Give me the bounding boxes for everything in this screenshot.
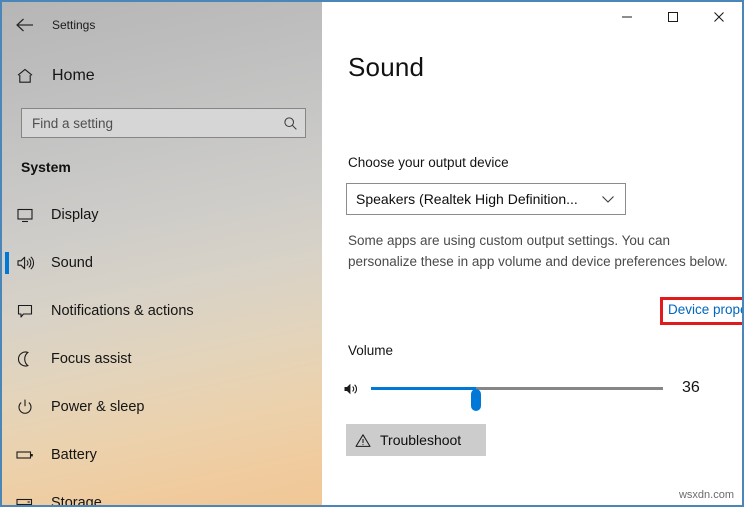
sidebar-item-battery[interactable]: Battery: [2, 438, 322, 472]
troubleshoot-button[interactable]: Troubleshoot: [346, 424, 486, 456]
home-icon: [2, 67, 48, 85]
search-placeholder: Find a setting: [32, 115, 114, 131]
close-button[interactable]: [696, 2, 742, 32]
watermark: wsxdn.com: [678, 489, 734, 501]
volume-slider-row: 36: [338, 376, 728, 411]
settings-window: Settings Home Find a setting System Disp…: [0, 0, 744, 507]
window-title: Settings: [52, 18, 96, 32]
sidebar-item-notifications[interactable]: Notifications & actions: [2, 294, 322, 328]
sidebar-item-focus-assist[interactable]: Focus assist: [2, 342, 322, 376]
volume-label: Volume: [348, 343, 394, 358]
home-label: Home: [52, 67, 95, 84]
sidebar-section-title: System: [21, 159, 71, 175]
speaker-icon[interactable]: [338, 378, 366, 400]
sidebar-item-label: Storage: [51, 495, 102, 505]
sidebar-item-label: Display: [51, 207, 99, 223]
power-icon: [2, 398, 48, 416]
minimize-button[interactable]: [604, 2, 650, 32]
volume-slider-track[interactable]: [371, 387, 663, 411]
notification-bubble-icon: [2, 302, 48, 320]
search-icon[interactable]: [275, 116, 305, 131]
battery-icon: [2, 446, 48, 464]
storage-icon: [2, 496, 48, 505]
output-device-label: Choose your output device: [348, 155, 509, 170]
sidebar-item-home[interactable]: Home: [2, 59, 322, 93]
sidebar-item-display[interactable]: Display: [2, 198, 322, 232]
sidebar-item-power-sleep[interactable]: Power & sleep: [2, 390, 322, 424]
sidebar-item-label: Battery: [51, 447, 97, 463]
sidebar-item-sound[interactable]: Sound: [2, 246, 322, 280]
maximize-button[interactable]: [650, 2, 696, 32]
moon-icon: [2, 350, 48, 368]
back-button[interactable]: [2, 3, 48, 47]
output-device-value: Speakers (Realtek High Definition...: [356, 191, 578, 207]
sidebar-titlebar: Settings: [2, 2, 322, 48]
page-title: Sound: [348, 52, 425, 82]
main-content: Sound Choose your output device Speakers…: [324, 2, 742, 505]
troubleshoot-label: Troubleshoot: [380, 432, 462, 448]
device-properties-link[interactable]: Device properties: [668, 302, 742, 317]
sidebar: Settings Home Find a setting System Disp…: [2, 2, 322, 505]
volume-slider-thumb[interactable]: [471, 389, 482, 411]
window-controls: [604, 2, 742, 32]
monitor-icon: [2, 206, 48, 224]
sidebar-item-label: Sound: [51, 255, 93, 271]
volume-slider-fill: [371, 387, 477, 390]
output-device-select[interactable]: Speakers (Realtek High Definition...: [346, 183, 626, 215]
sidebar-item-storage[interactable]: Storage: [2, 486, 322, 505]
search-input[interactable]: Find a setting: [21, 108, 306, 138]
sidebar-item-label: Notifications & actions: [51, 303, 194, 319]
sidebar-item-label: Power & sleep: [51, 399, 145, 415]
chevron-down-icon: [591, 194, 625, 204]
output-settings-description: Some apps are using custom output settin…: [348, 233, 728, 269]
selection-accent-bar: [5, 252, 9, 274]
sidebar-item-label: Focus assist: [51, 351, 132, 367]
warning-triangle-icon: [346, 433, 380, 448]
volume-value: 36: [682, 379, 700, 396]
